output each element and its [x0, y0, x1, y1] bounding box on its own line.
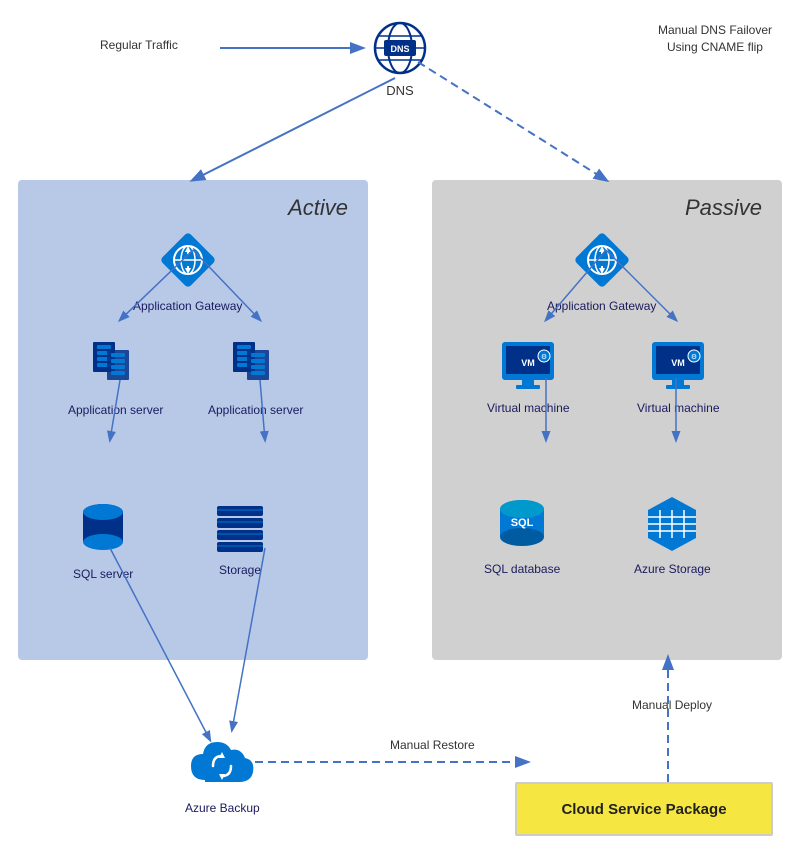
app-gateway-active-icon [158, 230, 218, 290]
regular-traffic-label: Regular Traffic [100, 38, 178, 52]
vm-1-icon: VM ⚙ [500, 340, 556, 392]
vm-1-label: Virtual machine [487, 401, 570, 415]
storage-active-icon [213, 500, 267, 554]
storage-active-label: Storage [213, 563, 267, 577]
sql-database-label: SQL database [484, 562, 560, 576]
app-server-1-label: Application server [68, 403, 163, 417]
app-server-2-icon [229, 340, 283, 394]
dns-label: DNS [360, 83, 440, 98]
sql-server-label: SQL server [73, 567, 133, 581]
manual-deploy-label: Manual Deploy [632, 698, 712, 712]
dns-icon: DNS [372, 20, 428, 76]
sql-database: SQL SQL database [484, 495, 560, 576]
svg-text:⚙: ⚙ [691, 353, 697, 361]
vm-2-label: Virtual machine [637, 401, 720, 415]
azure-storage-icon [644, 495, 700, 553]
app-gateway-passive-icon [572, 230, 632, 290]
passive-title: Passive [685, 195, 762, 221]
svg-text:SQL: SQL [511, 517, 534, 529]
passive-box: Passive Application Gateway VM [432, 180, 782, 660]
manual-restore-label: Manual Restore [390, 738, 475, 752]
app-gateway-passive: Application Gateway [547, 230, 656, 313]
app-server-1-icon [89, 340, 143, 394]
azure-backup-icon [187, 730, 257, 792]
app-gateway-active: Application Gateway [133, 230, 242, 313]
dns-globe: DNS DNS [360, 20, 440, 98]
manual-dns-label: Manual DNS Failover Using CNAME flip [658, 22, 772, 56]
svg-text:DNS: DNS [390, 44, 409, 54]
diagram-container: DNS DNS Regular Traffic Manual DNS Failo… [0, 0, 802, 848]
app-server-2-label: Application server [208, 403, 303, 417]
vm-2: VM ⚙ Virtual machine [637, 340, 720, 415]
svg-text:VM: VM [672, 358, 686, 368]
azure-backup-label: Azure Backup [185, 801, 260, 815]
app-server-2: Application server [208, 340, 303, 417]
sql-server-icon [76, 500, 130, 558]
svg-text:⚙: ⚙ [541, 353, 547, 361]
active-title: Active [288, 195, 348, 221]
svg-text:VM: VM [522, 358, 536, 368]
app-gateway-active-label: Application Gateway [133, 299, 242, 313]
sql-database-icon: SQL [493, 495, 551, 553]
azure-backup: Azure Backup [185, 730, 260, 815]
vm-2-icon: VM ⚙ [650, 340, 706, 392]
app-server-1: Application server [68, 340, 163, 417]
vm-1: VM ⚙ Virtual machine [487, 340, 570, 415]
cloud-service-package-label: Cloud Service Package [561, 801, 726, 818]
azure-storage: Azure Storage [634, 495, 711, 576]
azure-storage-label: Azure Storage [634, 562, 711, 576]
app-gateway-passive-label: Application Gateway [547, 299, 656, 313]
cloud-service-package-box: Cloud Service Package [515, 782, 773, 836]
sql-server: SQL server [73, 500, 133, 581]
storage-active: Storage [213, 500, 267, 577]
active-box: Active Application Gateway [18, 180, 368, 660]
